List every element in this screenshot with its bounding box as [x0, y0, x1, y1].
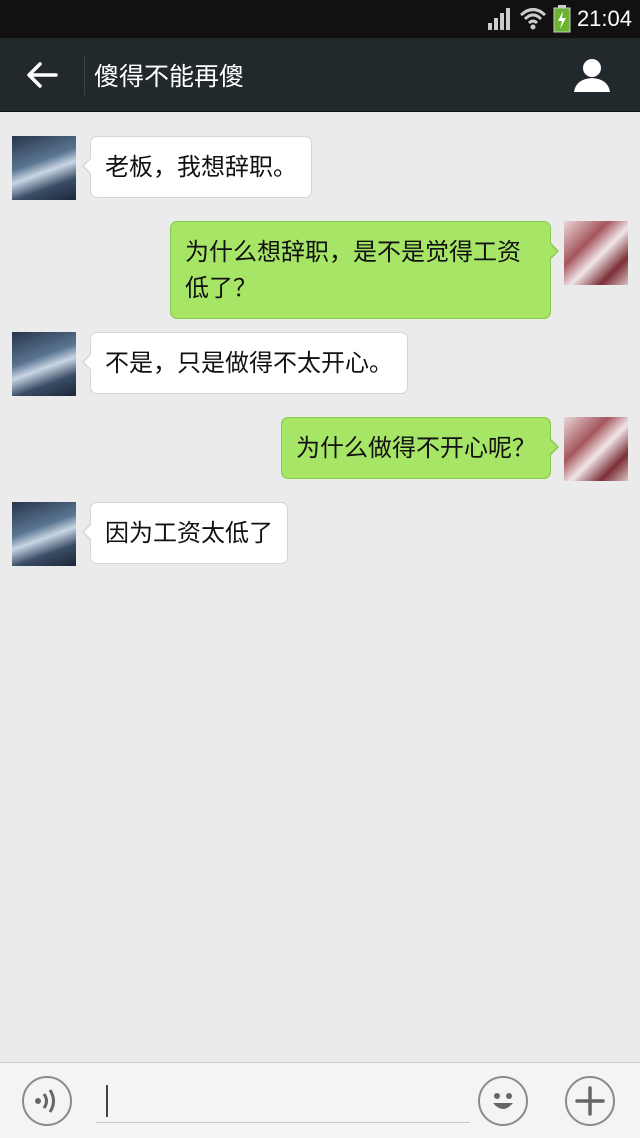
my-avatar[interactable] — [564, 417, 628, 481]
incoming-message-bubble[interactable]: 不是，只是做得不太开心。 — [82, 332, 408, 394]
arrow-left-icon — [27, 61, 58, 88]
emoji-button[interactable] — [478, 1076, 528, 1126]
input-bar — [0, 1062, 640, 1138]
message-row: 因为工资太低了 — [0, 502, 640, 566]
text-caret — [106, 1085, 108, 1117]
message-row: 为什么想辞职，是不是觉得工资低了？ — [0, 221, 640, 319]
message-list[interactable]: 老板，我想辞职。 为什么想辞职，是不是觉得工资低了？ 不是，只是做得不太开心。 … — [0, 112, 640, 1062]
voice-button[interactable] — [22, 1076, 72, 1126]
chat-header: 傻得不能再傻 — [0, 38, 640, 112]
message-row: 为什么做得不开心呢？ — [0, 417, 640, 481]
smiley-icon — [493, 1093, 513, 1109]
message-text: 不是，只是做得不太开心。 — [105, 349, 393, 377]
more-button[interactable] — [565, 1076, 615, 1126]
status-time: 21:04 — [576, 6, 632, 31]
contact-avatar[interactable] — [12, 332, 76, 396]
outgoing-message-bubble[interactable]: 为什么想辞职，是不是觉得工资低了？ — [170, 221, 559, 319]
contact-avatar[interactable] — [12, 136, 76, 200]
incoming-message-bubble[interactable]: 老板，我想辞职。 — [82, 136, 312, 198]
chat-info-button[interactable] — [570, 53, 614, 97]
voice-icon — [35, 1089, 55, 1113]
wifi-icon — [519, 8, 546, 30]
status-bar: 21:04 — [0, 0, 640, 38]
outgoing-message-bubble[interactable]: 为什么做得不开心呢？ — [281, 417, 559, 479]
person-icon — [574, 59, 610, 92]
message-input[interactable] — [96, 1077, 470, 1123]
message-text: 为什么想辞职，是不是觉得工资低了？ — [185, 238, 521, 302]
my-avatar[interactable] — [564, 221, 628, 285]
message-row: 老板，我想辞职。 — [0, 136, 640, 200]
signal-icon — [487, 8, 510, 30]
plus-icon — [575, 1086, 605, 1116]
message-text: 老板，我想辞职。 — [105, 153, 297, 181]
back-button[interactable] — [0, 38, 84, 112]
chat-title: 傻得不能再傻 — [94, 61, 245, 91]
contact-avatar[interactable] — [12, 502, 76, 566]
battery-charging-icon — [553, 5, 571, 33]
message-text: 为什么做得不开心呢？ — [296, 434, 536, 462]
header-divider — [84, 54, 85, 95]
message-row: 不是，只是做得不太开心。 — [0, 332, 640, 396]
incoming-message-bubble[interactable]: 因为工资太低了 — [82, 502, 288, 564]
message-text: 因为工资太低了 — [105, 519, 273, 547]
